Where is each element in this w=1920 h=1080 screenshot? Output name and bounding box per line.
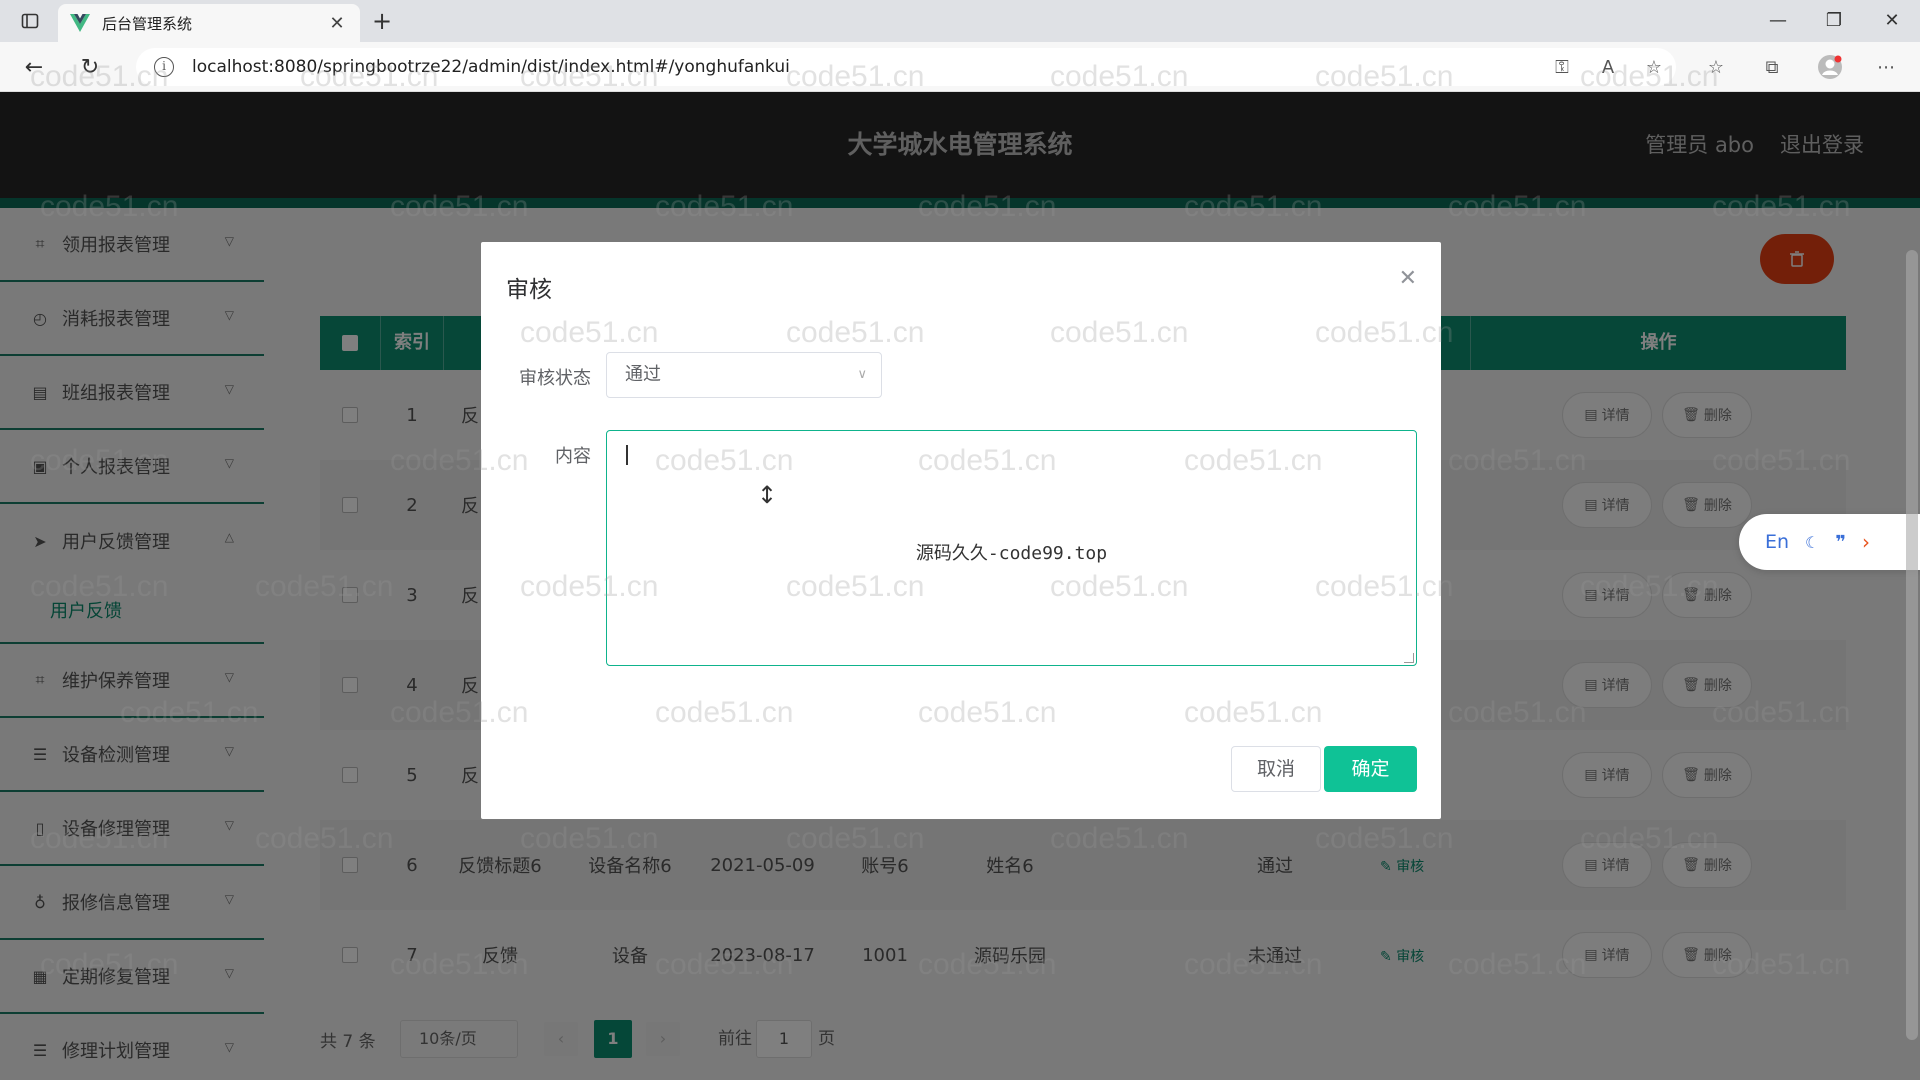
text-cursor-icon: ↕ [757,481,778,509]
browser-tab[interactable]: 后台管理系统 ✕ [58,4,360,42]
dialog-title: 审核 [506,277,552,303]
url-field[interactable]: i localhost:8080/springbootrze22/admin/d… [136,48,1676,86]
translate-widget[interactable]: En ☾ ❞ › [1739,514,1920,570]
quote-icon[interactable]: ❞ [1835,532,1846,553]
vue-logo-icon [70,13,90,33]
close-window-button[interactable]: ✕ [1872,6,1912,36]
content-overlay-text: 源码久久-code99.top [915,543,1108,564]
chevron-right-icon[interactable]: › [1862,530,1870,554]
confirm-button[interactable]: 确定 [1324,746,1417,792]
tab-close-icon[interactable]: ✕ [326,13,348,34]
read-aloud-icon[interactable]: A [1594,53,1622,81]
profile-avatar[interactable] [1816,53,1844,81]
status-label: 审核状态 [519,368,591,389]
more-menu-icon[interactable]: ⋯ [1872,53,1900,81]
new-tab-button[interactable]: + [368,8,396,34]
moon-icon[interactable]: ☾ [1805,533,1819,552]
site-info-icon[interactable]: i [154,57,174,77]
restore-button[interactable]: ❐ [1814,6,1854,36]
scrollbar[interactable] [1906,250,1918,1040]
favorite-add-icon[interactable]: ☆ [1640,53,1668,81]
tab-title: 后台管理系统 [102,14,193,33]
browser-tabbar: 后台管理系统 ✕ + — ❐ ✕ [0,0,1920,42]
status-select-value: 通过 [625,364,661,385]
reload-button[interactable]: ↻ [76,53,104,81]
resize-handle[interactable] [1404,653,1414,663]
chevron-down-icon: ∨ [857,367,867,382]
back-button[interactable]: ← [20,53,48,81]
content-label: 内容 [555,446,591,467]
close-icon[interactable]: ✕ [1399,266,1417,291]
tab-actions-icon[interactable] [18,9,42,33]
address-bar-row: ← ↻ i localhost:8080/springbootrze22/adm… [0,42,1920,92]
minimize-button[interactable]: — [1758,6,1798,36]
cancel-button[interactable]: 取消 [1231,746,1321,792]
favorites-icon[interactable]: ☆ [1702,53,1730,81]
audit-dialog: 审核 ✕ 审核状态 通过 ∨ 内容 ↕ 源码久久-code99.top 取消 确… [481,242,1441,819]
key-icon[interactable]: ⚿ [1548,53,1576,81]
status-select[interactable]: 通过 ∨ [606,352,882,398]
lang-en-label[interactable]: En [1765,531,1789,553]
content-textarea[interactable]: ↕ 源码久久-code99.top [606,430,1417,666]
url-text[interactable]: localhost:8080/springbootrze22/admin/dis… [192,57,790,77]
collections-icon[interactable]: ⧉ [1758,53,1786,81]
text-caret [626,445,628,465]
